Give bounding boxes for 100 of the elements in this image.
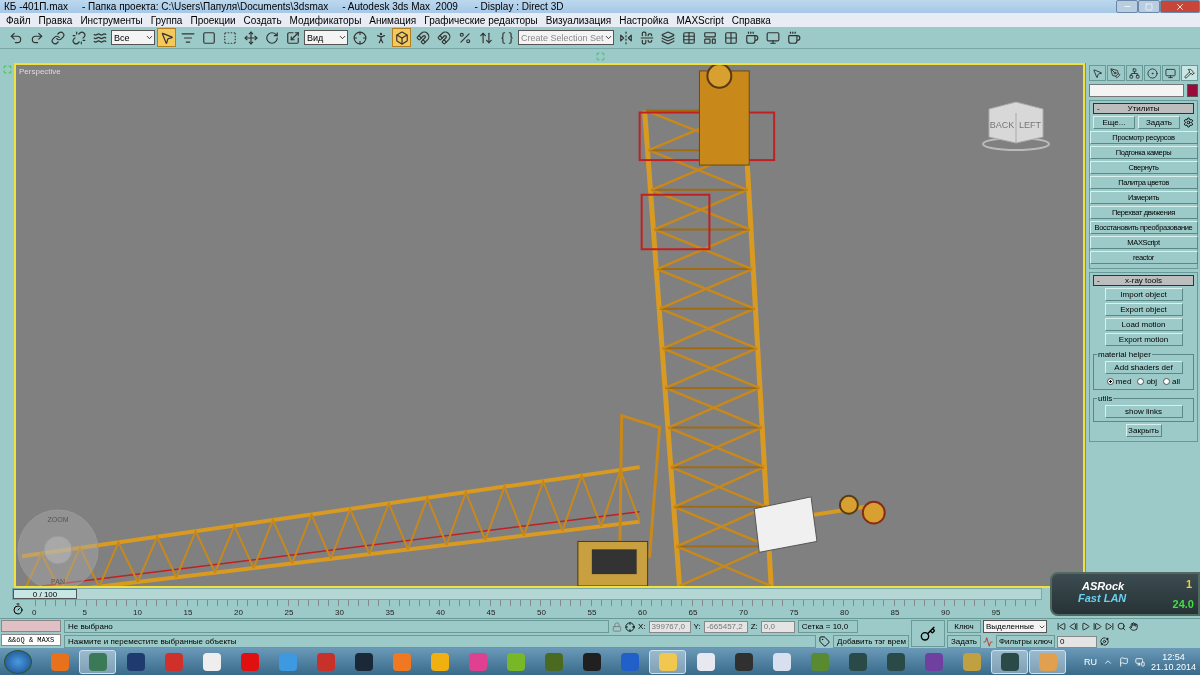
skip-back-icon[interactable]	[1057, 622, 1067, 631]
square-icon	[201, 30, 216, 45]
panel-button[interactable]: Еще...	[1093, 116, 1135, 129]
link-icon	[50, 30, 65, 45]
panel-button[interactable]: Load motion	[1104, 318, 1183, 331]
panel-tab[interactable]	[1144, 65, 1162, 81]
key-filters-button[interactable]: Фильтры ключ	[996, 635, 1056, 648]
panel-button[interactable]: show links	[1104, 405, 1183, 418]
caret-icon	[338, 33, 347, 42]
time-tag-icon[interactable]	[819, 636, 830, 647]
menu-item[interactable]: Группа	[146, 14, 187, 26]
rollout-header[interactable]: - x-ray tools	[1093, 275, 1194, 286]
frame-number: 20	[234, 608, 243, 617]
menu-item[interactable]: Проекции	[186, 14, 240, 26]
radio-option[interactable]: obj	[1137, 377, 1158, 386]
monitor-icon	[1165, 67, 1177, 79]
menu-item[interactable]: Визуализация	[541, 14, 616, 26]
set-key-mode-button[interactable]: Задать	[947, 635, 981, 648]
menu-item[interactable]: Справка	[727, 14, 775, 26]
caret-icon	[604, 33, 613, 42]
frame-number: 30	[335, 608, 344, 617]
frame-number: 70	[739, 608, 748, 617]
menu-item[interactable]: Создать	[239, 14, 286, 26]
panel-button[interactable]: Закрыть	[1125, 424, 1162, 437]
menu-item[interactable]: Правка	[34, 14, 77, 26]
zoom-icon[interactable]	[1117, 622, 1127, 631]
x-field[interactable]: 399767,0	[648, 620, 691, 633]
key-filter-dropdown[interactable]: Выделенные	[983, 620, 1047, 633]
panel-button[interactable]: Add shaders def	[1104, 361, 1183, 374]
menu-item[interactable]: Инструменты	[76, 14, 147, 26]
pan-icon[interactable]	[1129, 622, 1139, 631]
toolbar-button[interactable]	[69, 28, 88, 47]
radio-option[interactable]: all	[1163, 377, 1181, 386]
panel-tab[interactable]	[1125, 65, 1143, 81]
skip-forward-icon[interactable]	[1105, 622, 1115, 631]
y-field[interactable]: -665457,2	[703, 620, 748, 633]
redo-icon	[29, 30, 44, 45]
toolbar-dropdown[interactable]: Вид	[304, 30, 348, 45]
menu-item[interactable]: Настройка	[615, 14, 673, 26]
add-time-tag[interactable]: Добавить тэг врем	[833, 635, 909, 648]
frame-number: 0	[32, 608, 37, 617]
color-swatch[interactable]	[1187, 84, 1198, 97]
clock[interactable]: 12:54 21.10.2014	[1150, 651, 1196, 672]
time-slider-thumb[interactable]: 0 / 100	[13, 589, 77, 599]
radio-option[interactable]: med	[1106, 377, 1132, 386]
panel-button[interactable]: Export object	[1104, 303, 1183, 316]
maximize-button[interactable]	[1138, 0, 1160, 13]
track-bar-icon[interactable]	[11, 603, 24, 615]
gadget-brand: ASRock	[1082, 580, 1125, 592]
rollout-header[interactable]: - Утилиты	[1093, 103, 1194, 114]
config-icon[interactable]	[1183, 117, 1194, 128]
panel-tab[interactable]	[1180, 65, 1198, 81]
close-button[interactable]	[1160, 0, 1200, 13]
menu-item[interactable]: Модификаторы	[285, 14, 366, 26]
frame-number: 5	[82, 608, 87, 617]
menu-item[interactable]: Файл	[2, 14, 35, 26]
taskbar-app[interactable]	[79, 649, 116, 674]
time-slider-track[interactable]: 0 / 100	[12, 588, 1042, 600]
minimize-button[interactable]	[1116, 0, 1138, 13]
frame-number: 40	[436, 608, 445, 617]
frame-number: 55	[587, 608, 597, 617]
name-field[interactable]	[1089, 84, 1184, 97]
panel-button[interactable]: Задать	[1138, 116, 1180, 129]
frame-number: 60	[638, 608, 647, 617]
dashed-square-icon	[222, 30, 237, 45]
orbit-icon[interactable]	[1100, 637, 1110, 646]
panel-tab[interactable]	[1162, 65, 1180, 81]
panel-tab[interactable]	[1089, 65, 1107, 81]
grid-status: Сетка = 10,0	[797, 620, 858, 633]
spinner-arrows-icon	[478, 30, 493, 45]
close-icon	[1175, 1, 1185, 12]
start-button[interactable]	[4, 649, 32, 674]
toolbar-dropdown[interactable]: Все	[111, 30, 155, 45]
menu-item[interactable]: Графические редакторы	[420, 14, 542, 26]
unlink-icon	[71, 30, 86, 45]
panel-button[interactable]: Export motion	[1104, 333, 1183, 346]
align-icon	[639, 30, 654, 45]
menu-item[interactable]: MAXScript	[672, 14, 728, 26]
toolbar-button[interactable]	[392, 28, 411, 47]
script-listener-field[interactable]	[1, 620, 61, 632]
step-forward-icon[interactable]	[1093, 622, 1103, 631]
step-back-icon[interactable]	[1069, 622, 1079, 631]
frame-number: 25	[284, 608, 294, 617]
toolbar-button[interactable]	[48, 28, 67, 47]
auto-key-button[interactable]: Ключ	[947, 620, 981, 633]
set-key-button[interactable]	[911, 620, 945, 647]
language-indicator[interactable]: RU	[1083, 656, 1097, 667]
play-icon[interactable]	[1081, 622, 1091, 631]
z-field[interactable]: 0,0	[760, 620, 795, 633]
panel-tab[interactable]	[1107, 65, 1125, 81]
group-title: utils	[1097, 394, 1114, 403]
menu-item[interactable]: Анимация	[365, 14, 421, 26]
caret-icon	[145, 33, 154, 42]
taskbar-app[interactable]	[991, 649, 1028, 674]
absolute-mode-icon[interactable]	[625, 621, 635, 632]
flag-icon[interactable]	[1118, 656, 1129, 667]
frame-field[interactable]: 0	[1057, 635, 1098, 648]
toolbar-button[interactable]	[157, 28, 176, 47]
panel-button[interactable]: Import object	[1104, 288, 1183, 301]
curve-icon[interactable]	[983, 636, 993, 647]
